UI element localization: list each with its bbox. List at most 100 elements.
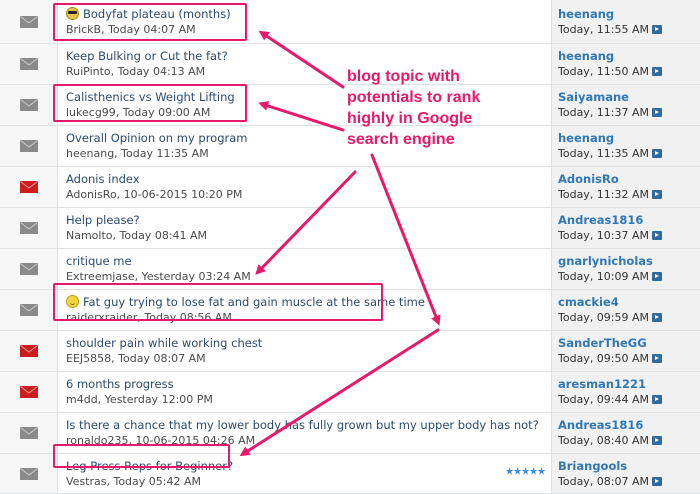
go-to-last-post-icon[interactable] xyxy=(652,24,663,34)
go-to-last-post-icon[interactable] xyxy=(652,272,663,281)
envelope-read-icon xyxy=(19,58,38,70)
thread-title-link[interactable]: Adonis index xyxy=(66,172,551,187)
thread-starter-meta: AdonisRo, 10-06-2015 10:20 PM xyxy=(66,188,243,201)
last-post-cell: Saiyamane Today, 11:37 AM xyxy=(552,85,700,125)
last-post-time-text: Today, 10:37 AM xyxy=(558,229,650,242)
last-post-user-link[interactable]: Briangools xyxy=(558,459,700,474)
last-post-time-text: Today, 09:50 AM xyxy=(558,352,650,365)
last-post-cell: heenang Today, 11:50 AM xyxy=(552,44,700,84)
last-post-time: Today, 08:07 AM xyxy=(558,474,700,489)
annotation-line-2: potentials to rank xyxy=(347,89,481,106)
go-to-last-post-icon[interactable] xyxy=(652,313,663,322)
last-post-user-link[interactable]: Andreas1816 xyxy=(558,418,700,433)
last-post-cell: AdonisRo Today, 11:32 AM xyxy=(552,167,700,207)
envelope-hot-icon xyxy=(19,181,38,193)
envelope-read-icon xyxy=(19,222,38,234)
thread-row: Adonis index AdonisRo, 10-06-2015 10:20 P… xyxy=(0,167,700,208)
last-post-time: Today, 09:59 AM xyxy=(558,310,700,325)
thread-title-text[interactable]: shoulder pain while working chest xyxy=(66,336,262,350)
last-post-cell: heenang Today, 11:55 AM xyxy=(552,0,700,43)
thread-starter-meta: Namolto, Today 08:41 AM xyxy=(66,229,208,242)
last-post-cell: SanderTheGG Today, 09:50 AM xyxy=(552,331,700,371)
thread-starter-meta: Vestras, Today 05:42 AM xyxy=(66,474,201,488)
go-to-last-post-icon[interactable] xyxy=(652,354,663,363)
highlight-box-legpress xyxy=(53,444,230,468)
thread-title-text[interactable]: Adonis index xyxy=(66,172,140,186)
go-to-last-post-icon[interactable] xyxy=(652,190,663,199)
last-post-user-link[interactable]: heenang xyxy=(558,7,700,22)
thread-starter-meta: EEJ5858, Today 08:07 AM xyxy=(66,352,206,365)
thread-status-cell xyxy=(0,331,58,371)
thread-title-text[interactable]: 6 months progress xyxy=(66,377,174,391)
envelope-read-icon xyxy=(19,263,38,275)
thread-starter-meta: Extreemjase, Yesterday 03:24 AM xyxy=(66,270,251,283)
thread-title-link[interactable]: shoulder pain while working chest xyxy=(66,336,551,351)
last-post-user-link[interactable]: AdonisRo xyxy=(558,172,700,187)
thread-title-link[interactable]: Keep Bulking or Cut the fat? xyxy=(66,49,551,64)
last-post-time: Today, 10:37 AM xyxy=(558,228,700,243)
annotation-note: blog topic with potentials to rank highl… xyxy=(347,66,547,150)
last-post-cell: Andreas1816 Today, 10:37 AM xyxy=(552,208,700,248)
thread-title-link[interactable]: Help please? xyxy=(66,213,551,228)
thread-title-text[interactable]: Is there a chance that my lower body has… xyxy=(66,418,539,432)
last-post-time: Today, 11:55 AM xyxy=(558,22,700,37)
thread-title-cell: 6 months progress m4dd, Yesterday 12:00 P… xyxy=(58,372,552,412)
thread-title-text[interactable]: Overall Opinion on my program xyxy=(66,131,248,145)
last-post-time: Today, 11:37 AM xyxy=(558,105,700,120)
last-post-user-link[interactable]: Andreas1816 xyxy=(558,213,700,228)
thread-row: 6 months progress m4dd, Yesterday 12:00 P… xyxy=(0,372,700,413)
last-post-user-link[interactable]: Saiyamane xyxy=(558,90,700,105)
go-to-last-post-icon[interactable] xyxy=(652,67,663,76)
go-to-last-post-icon[interactable] xyxy=(652,108,663,117)
go-to-last-post-icon[interactable] xyxy=(652,395,663,404)
thread-status-cell xyxy=(0,454,58,493)
thread-title-cell: Help please? Namolto, Today 08:41 AM xyxy=(58,208,552,248)
thread-title-cell: shoulder pain while working chest EEJ5858… xyxy=(58,331,552,371)
thread-status-cell xyxy=(0,290,58,330)
last-post-user-link[interactable]: gnarlynicholas xyxy=(558,254,700,269)
thread-status-cell xyxy=(0,208,58,248)
last-post-time-text: Today, 10:09 AM xyxy=(558,270,650,283)
go-to-last-post-icon[interactable] xyxy=(652,149,663,158)
last-post-time: Today, 09:50 AM xyxy=(558,351,700,366)
thread-title-text[interactable]: Help please? xyxy=(66,213,140,227)
thread-status-cell xyxy=(0,413,58,453)
last-post-user-link[interactable]: aresman1221 xyxy=(558,377,700,392)
highlight-box-fatguy xyxy=(53,283,383,321)
highlight-box-calisthenics xyxy=(53,84,247,122)
thread-status-cell xyxy=(0,372,58,412)
go-to-last-post-icon[interactable] xyxy=(652,436,663,445)
go-to-last-post-icon[interactable] xyxy=(652,231,663,240)
envelope-hot-icon xyxy=(19,386,38,398)
last-post-cell: gnarlynicholas Today, 10:09 AM xyxy=(552,249,700,289)
envelope-read-icon xyxy=(19,99,38,111)
last-post-time-text: Today, 11:37 AM xyxy=(558,106,650,119)
last-post-time-text: Today, 09:59 AM xyxy=(558,311,650,324)
thread-title-link[interactable]: critique me xyxy=(66,254,551,269)
thread-row: Help please? Namolto, Today 08:41 AM Andre… xyxy=(0,208,700,249)
thread-status-cell xyxy=(0,249,58,289)
last-post-time: Today, 11:50 AM xyxy=(558,64,700,79)
envelope-read-icon xyxy=(19,427,38,439)
last-post-time: Today, 11:32 AM xyxy=(558,187,700,202)
last-post-time: Today, 11:35 AM xyxy=(558,146,700,161)
last-post-user-link[interactable]: heenang xyxy=(558,49,700,64)
thread-title-text[interactable]: Keep Bulking or Cut the fat? xyxy=(66,49,228,63)
thread-title-text[interactable]: critique me xyxy=(66,254,132,268)
thread-title-link[interactable]: Is there a chance that my lower body has… xyxy=(66,418,551,433)
last-post-user-link[interactable]: heenang xyxy=(558,131,700,146)
thread-title-link[interactable]: 6 months progress xyxy=(66,377,551,392)
annotation-line-4: search engine xyxy=(347,131,455,148)
last-post-time: Today, 08:40 AM xyxy=(558,433,700,448)
last-post-user-link[interactable]: cmackie4 xyxy=(558,295,700,310)
last-post-time-text: Today, 11:35 AM xyxy=(558,147,650,160)
thread-title-cell: Adonis index AdonisRo, 10-06-2015 10:20 P… xyxy=(58,167,552,207)
thread-status-cell xyxy=(0,126,58,166)
envelope-hot-icon xyxy=(19,345,38,357)
annotation-line-3: highly in Google xyxy=(347,110,473,127)
last-post-time-text: Today, 08:40 AM xyxy=(558,434,650,447)
last-post-time-text: Today, 08:07 AM xyxy=(558,474,650,488)
last-post-cell: cmackie4 Today, 09:59 AM xyxy=(552,290,700,330)
last-post-user-link[interactable]: SanderTheGG xyxy=(558,336,700,351)
last-post-cell: Briangools Today, 08:07 AM xyxy=(552,454,700,493)
